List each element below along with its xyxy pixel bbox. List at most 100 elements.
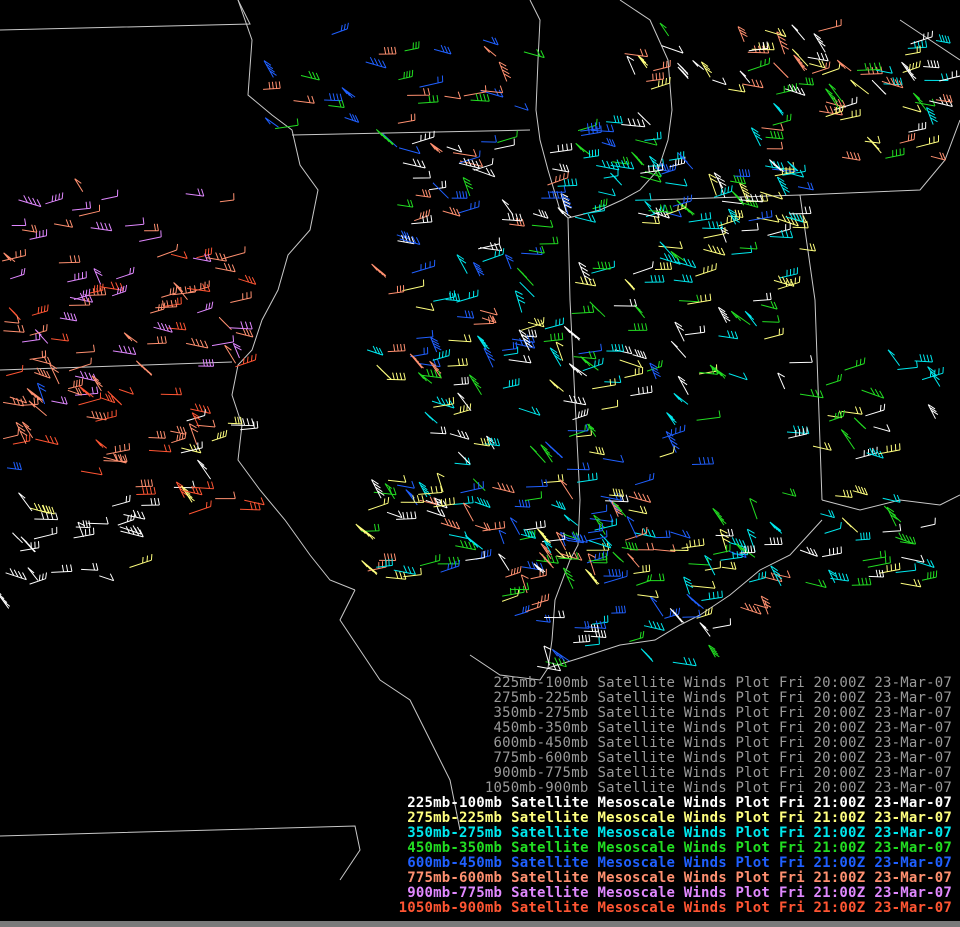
wind-barb [557, 207, 572, 218]
wind-barb [624, 278, 636, 291]
wind-barb [502, 341, 517, 351]
wind-barb [881, 76, 904, 89]
wind-barb [575, 276, 597, 287]
wind-barb [637, 590, 659, 598]
wind-barb [508, 354, 532, 364]
boundary-wisconsin-lake [529, 0, 569, 219]
wind-barb [591, 504, 608, 515]
wind-barb [572, 408, 589, 421]
wind-barb [451, 191, 468, 199]
wind-barb [341, 87, 356, 99]
wind-barb [621, 118, 646, 128]
wind-barb [662, 424, 686, 439]
wind-barb [170, 425, 187, 435]
wind-barb [476, 335, 490, 350]
wind-barb [3, 397, 25, 407]
wind-barb [472, 261, 485, 277]
wind-barb [148, 444, 172, 453]
legend-time: Fri 21:00Z [779, 810, 866, 826]
wind-barb [764, 27, 787, 38]
wind-barb [701, 590, 723, 601]
wind-barb [926, 107, 938, 125]
wind-barb [644, 274, 665, 283]
legend-product: Satellite Winds Plot [597, 735, 771, 751]
wind-barb [912, 92, 927, 111]
wind-barb [457, 310, 475, 319]
wind-barb [331, 22, 349, 35]
wind-barb [897, 360, 918, 370]
wind-barb [514, 605, 530, 617]
wind-barb [34, 367, 51, 379]
wind-barb [813, 33, 826, 53]
wind-barb [762, 315, 780, 323]
wind-barb [602, 454, 625, 463]
wind-barb [635, 192, 652, 201]
wind-barb [916, 135, 939, 148]
wind-barb [407, 87, 431, 96]
wind-barb [873, 424, 891, 432]
wind-barb [432, 182, 449, 199]
wind-barb [712, 77, 727, 86]
legend-date: 23-Mar-07 [874, 675, 952, 691]
wind-barb [713, 172, 724, 189]
legend-row-previous: 350mb-275mb Satellite Winds Plot Fri 20:00… [352, 706, 952, 721]
legend-time: Fri 20:00Z [779, 750, 866, 766]
wind-barb [479, 242, 503, 252]
legend-date: 23-Mar-07 [874, 720, 952, 736]
wind-barb [840, 429, 855, 450]
wind-barb [8, 307, 21, 321]
wind-barb [686, 593, 704, 609]
legend-row-current: 450mb-350mb Satellite Mesoscale Winds Plo… [352, 841, 952, 856]
wind-barb [696, 410, 721, 421]
wind-barb [598, 188, 616, 197]
wind-barb [721, 561, 737, 570]
wind-barb [474, 496, 491, 508]
wind-barb [398, 69, 414, 81]
wind-barb [411, 259, 436, 274]
legend-row-previous: 275mb-225mb Satellite Winds Plot Fri 20:00… [352, 691, 952, 706]
wind-barb [86, 410, 107, 421]
wind-barb [193, 481, 215, 490]
legend-row-previous: 1050mb-900mb Satellite Winds Plot Fri 20:0… [352, 781, 952, 796]
wind-barb [238, 274, 257, 285]
legend-date: 23-Mar-07 [874, 825, 952, 841]
wind-barb [587, 620, 607, 629]
wind-barb [67, 271, 87, 283]
wind-barb [468, 374, 482, 396]
legend-time: Fri 21:00Z [779, 795, 866, 811]
wind-barb [482, 36, 499, 46]
legend-time: Fri 20:00Z [779, 720, 866, 736]
boundary-lake-michigan [567, 0, 673, 219]
wind-barb [51, 396, 68, 405]
wind-barb [747, 57, 771, 72]
wind-barb [264, 117, 279, 128]
wind-barb [628, 491, 652, 503]
boundary-illinois-indiana [547, 217, 581, 669]
wind-barb [659, 446, 675, 458]
wind-barb [914, 354, 933, 363]
wind-barb [643, 620, 665, 631]
wind-barb [773, 102, 784, 116]
wind-barb [748, 210, 773, 222]
wind-barb [33, 526, 58, 540]
wind-barb [632, 261, 654, 275]
wind-barb [930, 152, 946, 161]
wind-barb [850, 79, 870, 95]
wind-barb [211, 429, 228, 442]
wind-barb [355, 523, 376, 540]
wind-barb [621, 541, 639, 551]
wind-barb [640, 648, 654, 662]
wind-barb [885, 147, 905, 159]
boundary-top-left [0, 0, 251, 31]
wind-barb [798, 77, 814, 86]
wind-barb [868, 569, 885, 578]
wind-barb [32, 355, 52, 365]
wind-barb [753, 292, 772, 302]
legend-row-current: 350mb-275mb Satellite Mesoscale Winds Plo… [352, 826, 952, 841]
wind-barb [219, 193, 235, 203]
wind-barb [448, 531, 469, 539]
legend-time: Fri 20:00Z [779, 690, 866, 706]
wind-barb [139, 230, 162, 242]
wind-barb [419, 358, 441, 368]
wind-barb [606, 115, 623, 124]
